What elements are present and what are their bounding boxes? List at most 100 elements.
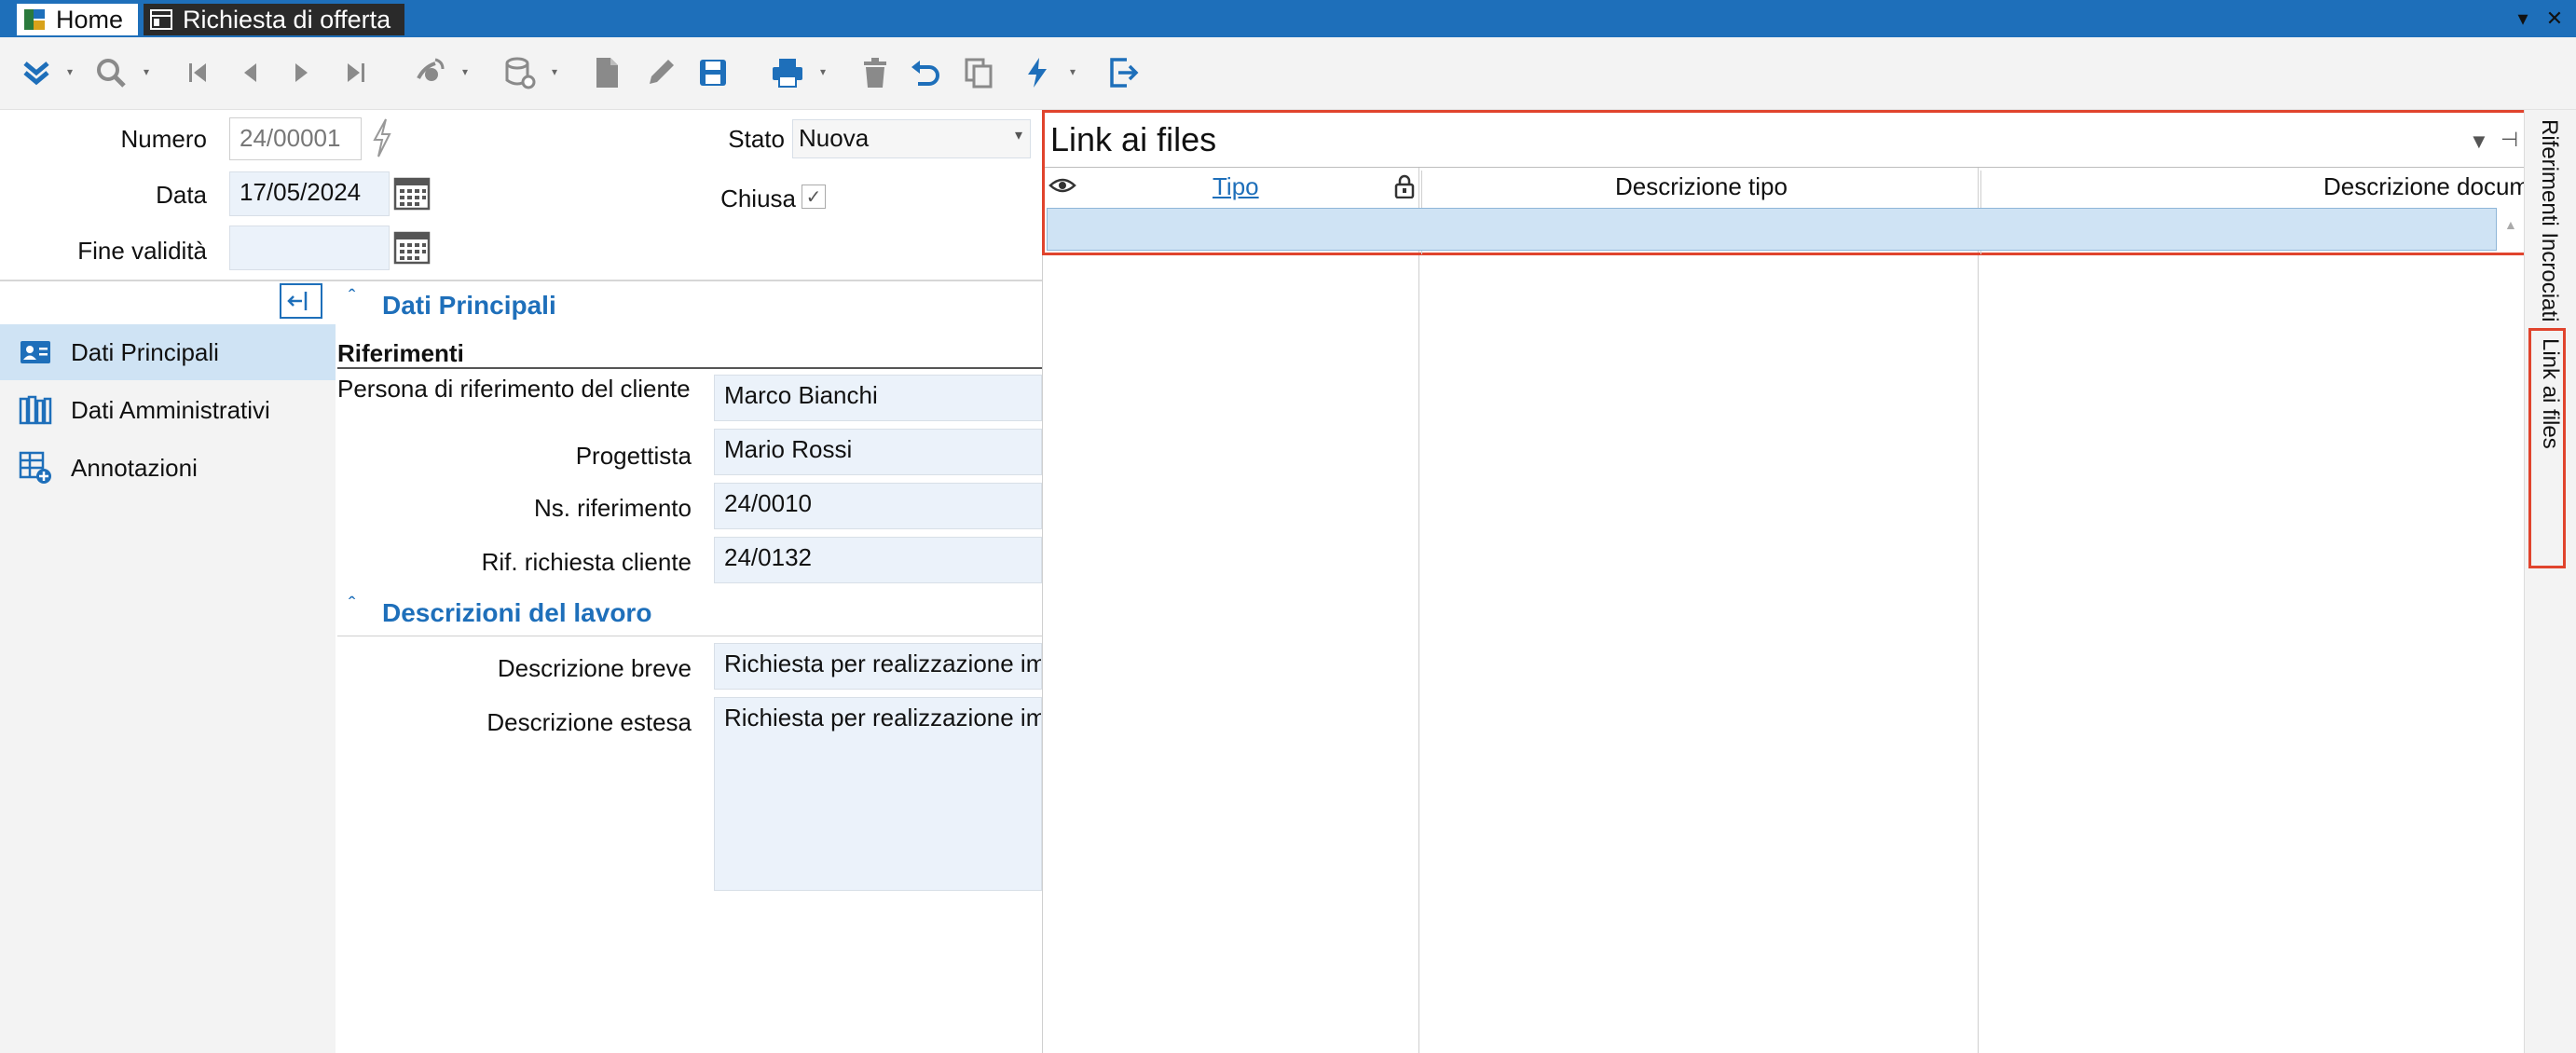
expand-dropdown-arrow[interactable]: ▾	[63, 65, 76, 78]
scroll-up-icon[interactable]: ▲	[2504, 217, 2517, 232]
search-dropdown-arrow[interactable]: ▾	[140, 65, 153, 78]
delete-icon	[864, 58, 886, 88]
grid-row-new[interactable]	[1047, 208, 2497, 251]
contact-card-icon	[17, 334, 54, 371]
rif-richiesta-cliente-field[interactable]: 24/0132	[714, 537, 1042, 583]
database-button[interactable]	[496, 48, 542, 97]
tab-offerta-label: Richiesta di offerta	[183, 5, 391, 34]
satellite-icon	[417, 58, 445, 81]
lightning-icon	[1028, 58, 1047, 88]
field-label: Persona di riferimento del cliente	[337, 375, 691, 403]
toolbar: ▾ ▾ ▾ ▾ ▾ ▾	[0, 37, 2576, 110]
tab-home[interactable]: Home	[17, 4, 138, 35]
exit-icon	[1110, 58, 1139, 88]
calendar-button[interactable]	[391, 171, 432, 212]
delete-button[interactable]	[852, 48, 898, 97]
lightning-icon[interactable]	[371, 117, 393, 158]
ns-riferimento-field[interactable]: 24/0010	[714, 483, 1042, 529]
form-icon	[149, 7, 173, 32]
first-icon	[189, 63, 206, 82]
print-dropdown-arrow[interactable]: ▾	[816, 65, 829, 78]
new-document-button[interactable]	[583, 48, 630, 97]
tab-home-label: Home	[56, 5, 124, 34]
edit-icon	[650, 60, 674, 84]
column-divider	[1418, 168, 1419, 1053]
nav-item-annotazioni[interactable]: Annotazioni	[0, 440, 336, 496]
nav-item-dati-amministrativi[interactable]: Dati Amministrativi	[0, 382, 336, 438]
edit-button[interactable]	[637, 48, 684, 97]
side-tab-link-files-highlight[interactable]: Link ai files	[2528, 328, 2566, 568]
field-label: Rif. richiesta cliente	[481, 548, 692, 576]
close-icon: ✕	[2545, 7, 2564, 30]
section-title-descrizioni[interactable]: Descrizioni del lavoro	[382, 598, 651, 628]
column-header-descrizione-tipo[interactable]: Descrizione tipo	[1615, 172, 1788, 201]
subheader-riferimenti: Riferimenti	[337, 339, 464, 367]
persona-riferimento-field[interactable]: Marco Bianchi	[714, 375, 1042, 421]
side-tab-strip: Riferimenti Incrociati Link ai files	[2524, 110, 2576, 1053]
tab-richiesta-offerta[interactable]: Richiesta di offerta	[144, 4, 404, 35]
database-dropdown-arrow[interactable]: ▾	[548, 65, 561, 78]
print-icon	[773, 59, 802, 88]
calendar-icon	[393, 231, 431, 265]
section-collapse-icon[interactable]: ˆ	[349, 285, 355, 309]
progettista-field[interactable]: Mario Rossi	[714, 429, 1042, 475]
previous-record-button[interactable]	[227, 48, 274, 97]
last-record-button[interactable]	[332, 48, 378, 97]
nav-item-dati-principali[interactable]: Dati Principali	[0, 324, 336, 380]
books-icon	[17, 391, 54, 429]
side-tab-link-ai-files[interactable]: Link ai files	[2537, 338, 2563, 449]
chiusa-label: Chiusa	[720, 185, 796, 212]
nav-item-label: Dati Amministrativi	[71, 395, 270, 424]
first-record-button[interactable]	[175, 48, 222, 97]
numero-label: Numero	[120, 125, 207, 153]
eye-icon[interactable]	[1048, 174, 1076, 197]
side-tab-riferimenti-incrociati[interactable]: Riferimenti Incrociati	[2536, 119, 2562, 321]
section-collapse-icon[interactable]: ˆ	[349, 593, 355, 617]
collapse-nav-button[interactable]	[280, 283, 322, 319]
numero-field[interactable]: 24/00001	[229, 117, 362, 160]
lock-icon	[1393, 174, 1416, 199]
column-header-descrizione-documento[interactable]: Descrizione docum	[2323, 172, 2529, 201]
chevron-down-icon[interactable]: ▼	[2469, 130, 2489, 154]
calendar-icon	[393, 177, 431, 211]
exit-button[interactable]	[1100, 48, 1146, 97]
satellite-button[interactable]	[406, 48, 453, 97]
nav-item-label: Annotazioni	[71, 453, 198, 482]
search-button[interactable]	[88, 48, 134, 97]
actions-button[interactable]	[1014, 48, 1061, 97]
fine-validita-field[interactable]	[229, 226, 390, 270]
expand-all-button[interactable]	[13, 48, 60, 97]
satellite-dropdown-arrow[interactable]: ▾	[459, 65, 472, 78]
data-field[interactable]: 17/05/2024	[229, 171, 390, 216]
actions-dropdown-arrow[interactable]: ▾	[1066, 65, 1079, 78]
column-divider	[1978, 168, 1979, 1053]
print-button[interactable]	[764, 48, 811, 97]
copy-button[interactable]	[956, 48, 1003, 97]
pin-icon[interactable]: ⊣	[2501, 128, 2518, 152]
calendar-button[interactable]	[391, 226, 432, 267]
nav-item-label: Dati Principali	[71, 337, 219, 366]
field-label: Ns. riferimento	[533, 494, 692, 522]
next-record-button[interactable]	[278, 48, 324, 97]
descrizione-breve-field[interactable]: Richiesta per realizzazione im	[714, 643, 1042, 690]
fine-validita-label: Fine validità	[77, 237, 207, 265]
app-logo-icon	[22, 7, 47, 32]
table-add-icon	[17, 449, 54, 486]
section-title-dati-principali[interactable]: Dati Principali	[382, 291, 556, 321]
window-menu-button[interactable]: ▾	[2511, 6, 2535, 32]
last-icon	[348, 63, 364, 82]
chiusa-checkbox[interactable]: ✓	[802, 185, 826, 209]
chevron-down-icon: ▾	[1014, 128, 1022, 144]
save-button[interactable]	[690, 48, 736, 97]
database-icon	[505, 57, 536, 89]
stato-select[interactable]: Nuova ▾	[792, 119, 1031, 158]
undo-button[interactable]	[902, 48, 949, 97]
stato-value: Nuova	[799, 124, 870, 152]
column-header-tipo[interactable]: Tipo	[1213, 172, 1259, 201]
field-label: Progettista	[575, 442, 692, 470]
window-close-button[interactable]: ✕	[2542, 6, 2567, 32]
descrizione-estesa-field[interactable]: Richiesta per realizzazione im	[714, 697, 1042, 891]
field-label: Descrizione breve	[497, 654, 692, 682]
header-top-line	[1045, 167, 2527, 168]
previous-icon	[244, 63, 256, 82]
